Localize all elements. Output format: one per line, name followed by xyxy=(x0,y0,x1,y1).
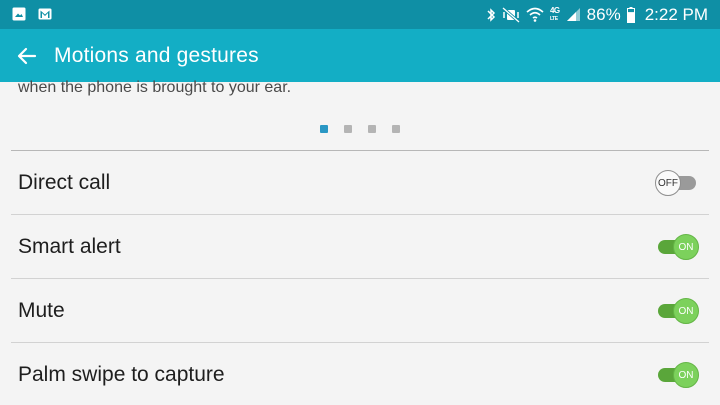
pager-dot-2[interactable] xyxy=(344,125,352,133)
battery-percent: 86% xyxy=(586,4,621,24)
setting-palm-swipe-to-capture[interactable]: Palm swipe to capture ON xyxy=(11,342,709,405)
feature-description: when the phone is brought to your ear. xyxy=(18,79,292,96)
mute-toggle[interactable]: ON xyxy=(655,296,699,326)
setting-label: Palm swipe to capture xyxy=(18,362,225,386)
setting-mute[interactable]: Mute ON xyxy=(11,278,709,342)
setting-label: Mute xyxy=(18,298,65,322)
setting-direct-call[interactable]: Direct call OFF xyxy=(11,150,709,214)
arrow-left-icon xyxy=(17,47,37,64)
setting-label: Smart alert xyxy=(18,234,121,258)
toggle-knob: ON xyxy=(673,298,699,324)
signal-icon xyxy=(566,8,580,21)
toggle-knob: ON xyxy=(673,362,699,388)
clock: 2:22 PM xyxy=(644,4,708,24)
palm-swipe-to-capture-toggle[interactable]: ON xyxy=(655,360,699,390)
wifi-icon xyxy=(526,7,544,22)
smart-alert-toggle[interactable]: ON xyxy=(655,232,699,262)
pager-dot-3[interactable] xyxy=(368,125,376,133)
bluetooth-icon xyxy=(487,7,496,22)
pager-indicator xyxy=(320,125,400,133)
pager-dot-1[interactable] xyxy=(320,125,328,133)
network-type-sub: LTE xyxy=(549,15,558,22)
pager-dot-4[interactable] xyxy=(392,125,400,133)
network-type: 4G LTE xyxy=(549,5,560,23)
toggle-knob: OFF xyxy=(655,170,681,196)
content: when the phone is brought to your ear. D… xyxy=(0,79,720,405)
status-bar: 4G LTE 86% 2:22 PM xyxy=(0,0,720,29)
network-type-label: 4G xyxy=(549,5,560,15)
page-title: Motions and gestures xyxy=(54,43,259,67)
status-bar-notifications xyxy=(12,7,52,21)
screen: 4G LTE 86% 2:22 PM Motions and gestures xyxy=(0,0,720,405)
setting-smart-alert[interactable]: Smart alert ON xyxy=(11,214,709,278)
toggle-knob: ON xyxy=(673,234,699,260)
settings-list: Direct call OFF Smart alert ON Mute ON P… xyxy=(11,150,709,405)
status-bar-system: 4G LTE 86% 2:22 PM xyxy=(487,0,708,29)
setting-label: Direct call xyxy=(18,170,111,194)
gallery-icon xyxy=(12,7,26,21)
gmail-icon xyxy=(38,8,52,20)
app-bar: Motions and gestures xyxy=(0,29,720,82)
battery-icon xyxy=(626,6,635,23)
back-button[interactable] xyxy=(9,38,45,74)
vibrate-mute-icon xyxy=(501,6,520,23)
direct-call-toggle[interactable]: OFF xyxy=(655,168,699,198)
